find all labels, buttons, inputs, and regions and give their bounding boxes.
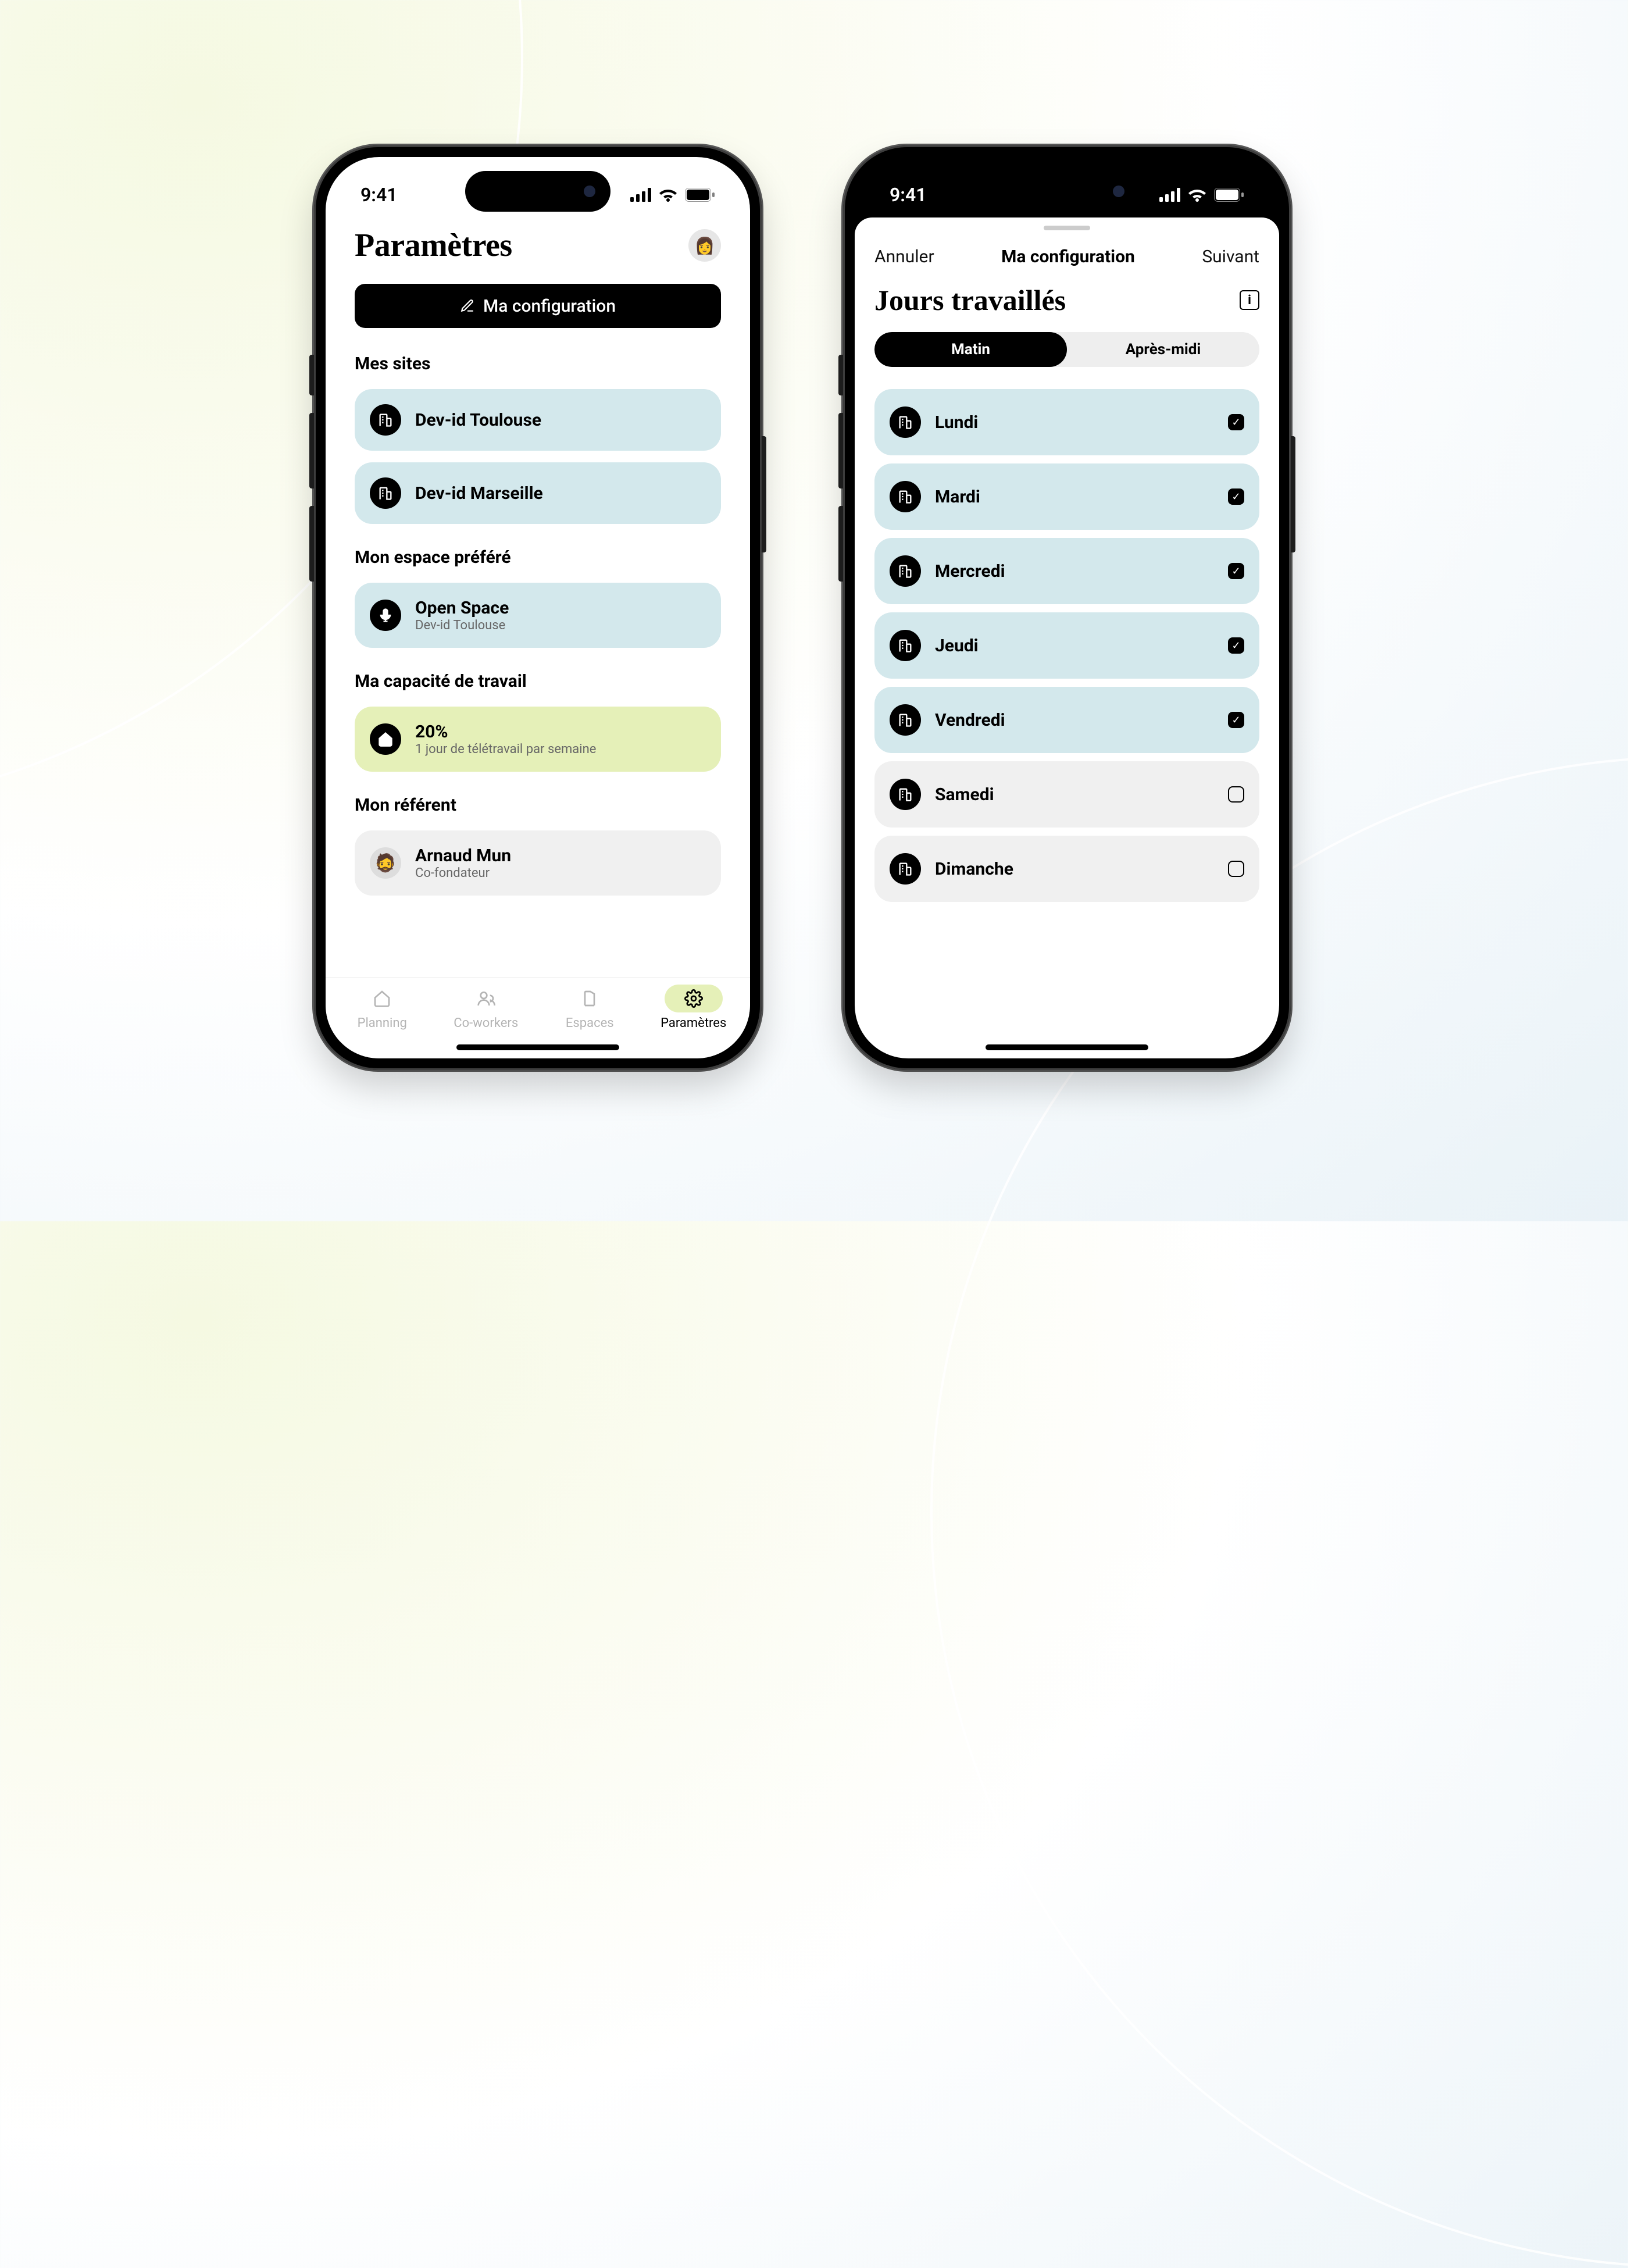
day-label: Jeudi	[935, 636, 1214, 656]
day-item[interactable]: Mercredi ✓	[874, 538, 1259, 604]
building-icon	[370, 477, 401, 509]
referent-avatar: 🧔	[370, 847, 401, 879]
day-checkbox[interactable]	[1228, 786, 1244, 803]
building-icon	[890, 853, 921, 885]
signal-icon	[1159, 188, 1180, 202]
building-icon	[890, 630, 921, 661]
day-label: Lundi	[935, 412, 1214, 433]
referent-heading: Mon référent	[326, 778, 750, 825]
site-item-marseille[interactable]: Dev-id Marseille	[355, 462, 721, 524]
pencil-icon	[460, 298, 475, 313]
cancel-button[interactable]: Annuler	[874, 247, 934, 267]
next-button[interactable]: Suivant	[1202, 247, 1259, 267]
day-checkbox[interactable]: ✓	[1228, 712, 1244, 728]
day-checkbox[interactable]: ✓	[1228, 488, 1244, 505]
dynamic-island	[994, 171, 1140, 212]
referent-item[interactable]: 🧔 Arnaud Mun Co-fondateur	[355, 830, 721, 896]
signal-icon	[630, 188, 651, 202]
building-icon	[890, 406, 921, 438]
page-title: Paramètres	[355, 227, 512, 264]
day-checkbox[interactable]: ✓	[1228, 563, 1244, 579]
day-item[interactable]: Jeudi ✓	[874, 612, 1259, 679]
sites-heading: Mes sites	[326, 336, 750, 383]
day-item[interactable]: Vendredi ✓	[874, 687, 1259, 753]
home-icon	[373, 989, 391, 1008]
building-icon	[890, 555, 921, 587]
wifi-icon	[1187, 188, 1207, 202]
day-label: Vendredi	[935, 710, 1214, 730]
capacity-item[interactable]: 20% 1 jour de télétravail par semaine	[355, 707, 721, 772]
status-time: 9:41	[890, 184, 927, 206]
profile-avatar[interactable]: 👩	[688, 229, 721, 262]
sheet-grabber[interactable]	[1044, 226, 1090, 230]
working-days-title: Jours travaillés	[874, 283, 1066, 317]
tab-planning[interactable]: Planning	[330, 985, 434, 1058]
status-time: 9:41	[360, 184, 398, 206]
day-label: Dimanche	[935, 859, 1214, 879]
day-label: Samedi	[935, 784, 1214, 805]
day-label: Mardi	[935, 487, 1214, 507]
wifi-icon	[658, 188, 678, 202]
segment-morning[interactable]: Matin	[874, 332, 1067, 367]
home-indicator[interactable]	[986, 1044, 1148, 1050]
building-icon	[890, 481, 921, 512]
day-item[interactable]: Mardi ✓	[874, 463, 1259, 530]
battery-icon	[685, 188, 715, 202]
day-item[interactable]: Lundi ✓	[874, 389, 1259, 455]
day-label: Mercredi	[935, 561, 1214, 582]
capacity-heading: Ma capacité de travail	[326, 654, 750, 701]
site-item-toulouse[interactable]: Dev-id Toulouse	[355, 389, 721, 451]
tab-parametres[interactable]: Paramètres	[642, 985, 746, 1058]
battery-icon	[1214, 188, 1244, 202]
building-icon	[890, 779, 921, 810]
space-heading: Mon espace préféré	[326, 530, 750, 577]
users-icon	[477, 989, 495, 1008]
my-configuration-button[interactable]: Ma configuration	[355, 284, 721, 328]
gear-icon	[684, 989, 703, 1008]
phone-configuration: 9:41 Annuler Ma configuration Suivant Jo…	[843, 145, 1291, 1070]
dynamic-island	[465, 171, 610, 212]
day-item[interactable]: Dimanche	[874, 836, 1259, 902]
home-icon	[370, 723, 401, 755]
building-icon	[890, 704, 921, 736]
preferred-space-item[interactable]: Open Space Dev-id Toulouse	[355, 583, 721, 648]
segment-afternoon[interactable]: Après-midi	[1067, 332, 1259, 367]
day-item[interactable]: Samedi	[874, 761, 1259, 828]
microphone-icon	[370, 600, 401, 631]
day-checkbox[interactable]	[1228, 861, 1244, 877]
home-indicator[interactable]	[456, 1044, 619, 1050]
daypart-segment: Matin Après-midi	[874, 332, 1259, 367]
info-icon[interactable]: i	[1240, 290, 1259, 310]
day-checkbox[interactable]: ✓	[1228, 414, 1244, 430]
sheet-title: Ma configuration	[1001, 247, 1135, 267]
phone-settings: 9:41 Paramètres 👩 Ma configuration Mes s…	[314, 145, 762, 1070]
day-checkbox[interactable]: ✓	[1228, 637, 1244, 654]
door-icon	[580, 989, 599, 1008]
building-icon	[370, 404, 401, 436]
